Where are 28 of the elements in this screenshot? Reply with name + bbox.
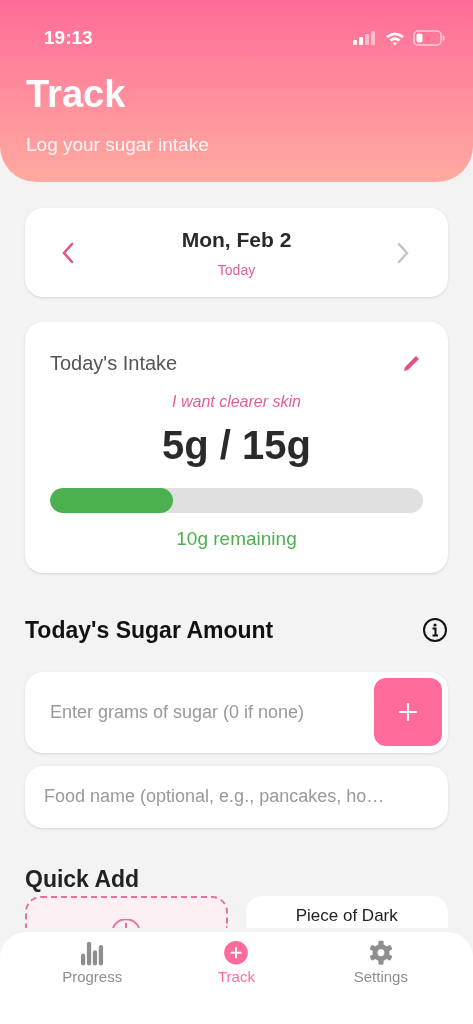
food-name-input-field[interactable]: Food name (optional, e.g., pancakes, ho… — [25, 765, 448, 828]
custom-quick-add-button[interactable] — [25, 896, 228, 928]
circle-icon — [110, 919, 143, 928]
chevron-right-icon — [396, 241, 410, 264]
signal-icon — [353, 31, 377, 46]
tab[interactable]: Progress — [42, 940, 143, 988]
info-button[interactable] — [422, 617, 448, 644]
chevron-left-icon — [61, 241, 75, 264]
quick-add-food-button[interactable]: Piece of Dark — [245, 896, 448, 928]
intake-amount: 5g / 15g — [161, 422, 312, 469]
battery-icon — [413, 30, 445, 47]
tab[interactable]: Track — [186, 940, 287, 988]
relative-day-label: Today — [217, 260, 256, 280]
date-label: Mon, Feb 2 — [181, 227, 292, 254]
intake-title: Today's Intake — [50, 351, 178, 376]
plus-circle-icon — [222, 940, 251, 966]
add-button[interactable] — [374, 677, 442, 746]
goal-note: I want clearer skin — [171, 392, 302, 412]
status-time: 19:13 — [44, 26, 93, 50]
section-heading: Today's Sugar Amount — [25, 616, 274, 645]
page-subtitle: Log your sugar intake — [26, 132, 210, 157]
section-heading: Quick Add — [25, 864, 141, 894]
plus-icon — [398, 701, 418, 722]
remaining-label: 10g remaining — [175, 527, 298, 551]
info-icon — [422, 617, 448, 644]
wifi-icon — [385, 30, 405, 46]
tab[interactable]: Settings — [330, 940, 431, 988]
page-title: Track — [26, 74, 127, 113]
